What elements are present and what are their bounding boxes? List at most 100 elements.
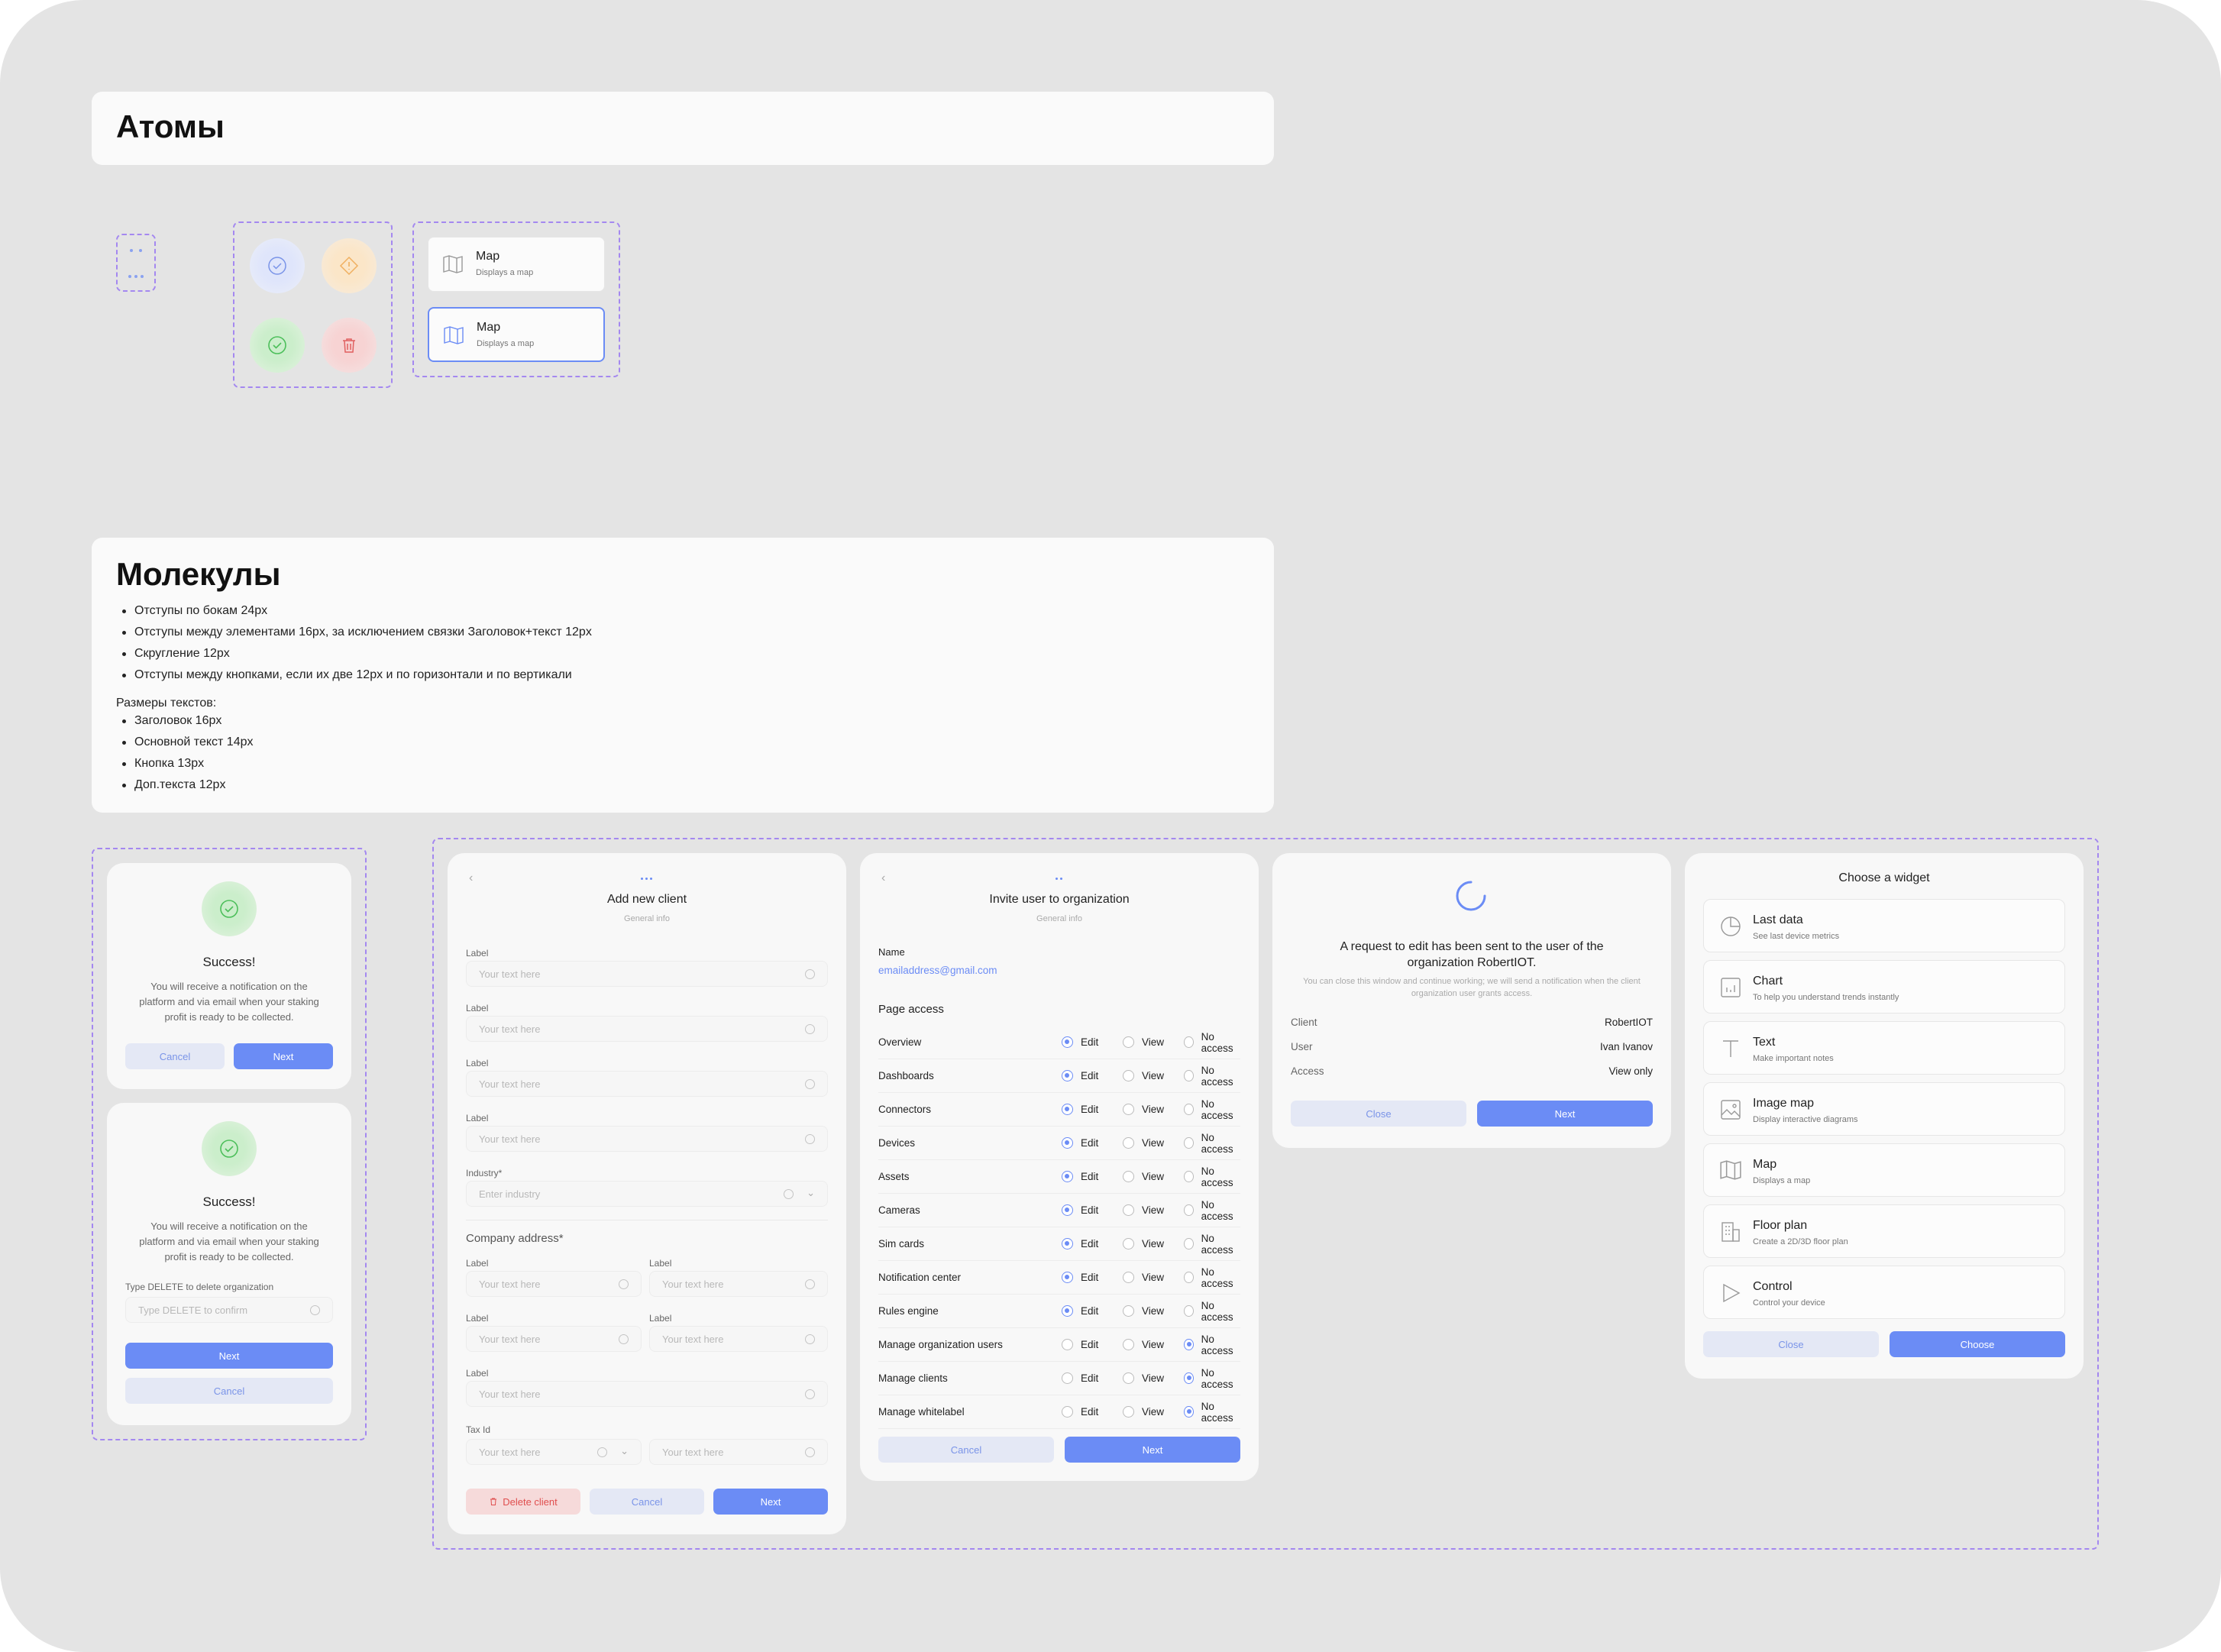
access-option-view[interactable]: View — [1123, 1372, 1164, 1384]
delete-confirm-input[interactable]: Type DELETE to confirm — [125, 1297, 333, 1323]
access-option-edit[interactable]: Edit — [1062, 1406, 1098, 1418]
radio-button[interactable] — [1123, 1204, 1134, 1216]
access-option-edit[interactable]: Edit — [1062, 1372, 1098, 1384]
access-option-view[interactable]: View — [1123, 1070, 1164, 1081]
radio-button[interactable] — [1184, 1406, 1194, 1418]
close-button[interactable]: Close — [1291, 1101, 1466, 1127]
access-option-view[interactable]: View — [1123, 1272, 1164, 1283]
access-option-no-access[interactable]: No access — [1184, 1031, 1240, 1054]
radio-button[interactable] — [1062, 1406, 1073, 1418]
access-option-view[interactable]: View — [1123, 1238, 1164, 1250]
access-option-no-access[interactable]: No access — [1184, 1098, 1240, 1121]
radio-button[interactable] — [1062, 1339, 1073, 1350]
access-option-no-access[interactable]: No access — [1184, 1132, 1240, 1155]
text-input[interactable]: Your text here — [466, 1016, 828, 1042]
next-button[interactable]: Next — [1065, 1437, 1240, 1463]
text-input[interactable]: Your text here — [466, 1381, 828, 1407]
radio-button[interactable] — [1062, 1104, 1073, 1115]
radio-button[interactable] — [1062, 1204, 1073, 1216]
radio-button[interactable] — [1123, 1171, 1134, 1182]
delete-client-button[interactable]: Delete client — [466, 1489, 580, 1515]
widget-map[interactable]: Map Displays a map — [1703, 1143, 2065, 1197]
access-option-edit[interactable]: Edit — [1062, 1070, 1098, 1081]
radio-button[interactable] — [1123, 1339, 1134, 1350]
radio-button[interactable] — [1062, 1036, 1073, 1048]
radio-button[interactable] — [1123, 1137, 1134, 1149]
text-input[interactable]: Your text here — [466, 1071, 828, 1097]
widget-control[interactable]: Control Control your device — [1703, 1266, 2065, 1319]
access-option-edit[interactable]: Edit — [1062, 1104, 1098, 1115]
access-option-view[interactable]: View — [1123, 1104, 1164, 1115]
access-option-view[interactable]: View — [1123, 1171, 1164, 1182]
access-option-edit[interactable]: Edit — [1062, 1137, 1098, 1149]
choose-button[interactable]: Choose — [1890, 1331, 2065, 1357]
radio-button[interactable] — [1123, 1238, 1134, 1250]
radio-button[interactable] — [1123, 1272, 1134, 1283]
access-option-view[interactable]: View — [1123, 1204, 1164, 1216]
access-option-view[interactable]: View — [1123, 1137, 1164, 1149]
radio-button[interactable] — [1062, 1171, 1073, 1182]
radio-button[interactable] — [1184, 1070, 1194, 1081]
radio-button[interactable] — [1184, 1036, 1194, 1048]
access-option-view[interactable]: View — [1123, 1339, 1164, 1350]
widget-text[interactable]: Text Make important notes — [1703, 1021, 2065, 1075]
access-option-no-access[interactable]: No access — [1184, 1233, 1240, 1256]
back-chevron-icon[interactable]: ‹ — [881, 871, 885, 885]
access-option-edit[interactable]: Edit — [1062, 1272, 1098, 1283]
next-button[interactable]: Next — [1477, 1101, 1653, 1127]
next-button[interactable]: Next — [125, 1343, 333, 1369]
radio-button[interactable] — [1184, 1372, 1194, 1384]
access-option-no-access[interactable]: No access — [1184, 1266, 1240, 1289]
radio-button[interactable] — [1184, 1339, 1194, 1350]
text-input[interactable]: Your text here — [649, 1271, 828, 1297]
access-option-no-access[interactable]: No access — [1184, 1199, 1240, 1222]
access-option-view[interactable]: View — [1123, 1305, 1164, 1317]
next-button[interactable]: Next — [234, 1043, 333, 1069]
access-option-view[interactable]: View — [1123, 1036, 1164, 1048]
access-option-no-access[interactable]: No access — [1184, 1367, 1240, 1390]
radio-button[interactable] — [1184, 1238, 1194, 1250]
radio-button[interactable] — [1062, 1272, 1073, 1283]
radio-button[interactable] — [1062, 1372, 1073, 1384]
next-button[interactable]: Next — [713, 1489, 828, 1515]
access-option-no-access[interactable]: No access — [1184, 1065, 1240, 1088]
widget-image-map[interactable]: Image map Display interactive diagrams — [1703, 1082, 2065, 1136]
cancel-button[interactable]: Cancel — [125, 1378, 333, 1404]
radio-button[interactable] — [1123, 1372, 1134, 1384]
access-option-edit[interactable]: Edit — [1062, 1204, 1098, 1216]
close-button[interactable]: Close — [1703, 1331, 1879, 1357]
text-input[interactable]: Your text here — [466, 1271, 642, 1297]
radio-button[interactable] — [1184, 1272, 1194, 1283]
radio-button[interactable] — [1184, 1104, 1194, 1115]
access-option-edit[interactable]: Edit — [1062, 1339, 1098, 1350]
radio-button[interactable] — [1062, 1137, 1073, 1149]
text-input[interactable]: Your text here — [466, 1126, 828, 1152]
access-option-edit[interactable]: Edit — [1062, 1036, 1098, 1048]
widget-last-data[interactable]: Last data See last device metrics — [1703, 899, 2065, 952]
access-option-no-access[interactable]: No access — [1184, 1401, 1240, 1424]
radio-button[interactable] — [1184, 1204, 1194, 1216]
text-input[interactable]: Your text here — [466, 961, 828, 987]
cancel-button[interactable]: Cancel — [125, 1043, 225, 1069]
radio-button[interactable] — [1184, 1305, 1194, 1317]
text-input[interactable]: Your text here — [466, 1326, 642, 1352]
access-option-edit[interactable]: Edit — [1062, 1305, 1098, 1317]
cancel-button[interactable]: Cancel — [878, 1437, 1054, 1463]
access-option-view[interactable]: View — [1123, 1406, 1164, 1418]
industry-select[interactable]: Enter industry ⌄ — [466, 1181, 828, 1207]
back-chevron-icon[interactable]: ‹ — [469, 871, 473, 885]
widget-floor-plan[interactable]: Floor plan Create a 2D/3D floor plan — [1703, 1204, 2065, 1258]
radio-button[interactable] — [1184, 1171, 1194, 1182]
access-option-edit[interactable]: Edit — [1062, 1238, 1098, 1250]
radio-button[interactable] — [1123, 1305, 1134, 1317]
radio-button[interactable] — [1123, 1406, 1134, 1418]
radio-button[interactable] — [1062, 1305, 1073, 1317]
radio-button[interactable] — [1123, 1036, 1134, 1048]
radio-button[interactable] — [1062, 1070, 1073, 1081]
access-option-no-access[interactable]: No access — [1184, 1334, 1240, 1356]
radio-button[interactable] — [1062, 1238, 1073, 1250]
access-option-no-access[interactable]: No access — [1184, 1165, 1240, 1188]
text-input[interactable]: Your text here — [649, 1326, 828, 1352]
widget-chart[interactable]: Chart To help you understand trends inst… — [1703, 960, 2065, 1014]
tax-id-input[interactable]: Your text here — [649, 1439, 828, 1465]
